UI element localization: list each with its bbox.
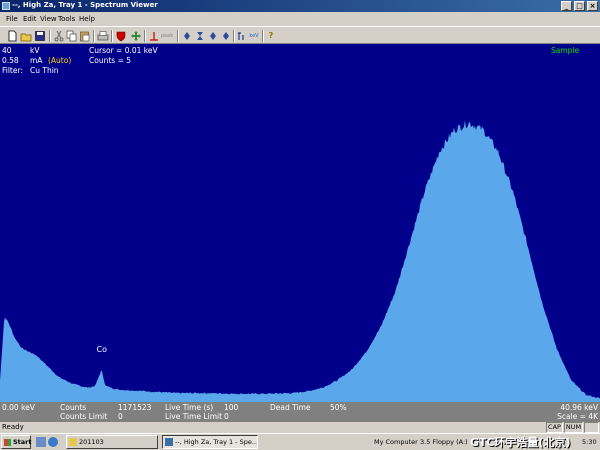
- tray-clock[interactable]: 5:30: [582, 438, 597, 446]
- menu-tools[interactable]: Tools: [58, 15, 75, 23]
- peak-label-icon[interactable]: peak: [160, 30, 174, 42]
- peak-id-icon[interactable]: [236, 30, 248, 42]
- menu-bar: File Edit View Tools Help: [0, 13, 600, 25]
- toolbar-separator: [144, 30, 146, 42]
- toolbar-separator: [177, 30, 179, 42]
- spectrum-stats-bar: 0.00 keV Counts 1171523 Counts Limit 0 L…: [0, 402, 600, 422]
- peak-marker-icon[interactable]: [148, 30, 160, 42]
- copy-icon[interactable]: [66, 30, 78, 42]
- caps-indicator: CAP: [546, 422, 563, 433]
- toolbar: peak keV ?: [0, 26, 600, 44]
- start-button[interactable]: Start: [1, 435, 32, 449]
- tray-my-computer[interactable]: My Computer: [374, 438, 418, 446]
- task-label: 201103: [79, 438, 104, 446]
- open-icon[interactable]: [20, 30, 32, 42]
- watermark: GTC环宇浩量(北京): [470, 436, 571, 449]
- hourglass-icon[interactable]: [194, 30, 206, 42]
- spectrum-area: [0, 120, 600, 402]
- peak-label-co: Co: [97, 345, 108, 354]
- counts-label: Counts: [60, 403, 87, 412]
- dead-time-value: 50%: [330, 403, 347, 412]
- dead-time-label: Dead Time: [270, 403, 311, 412]
- tray-floppy[interactable]: 3.5 Floppy (A:): [420, 438, 468, 446]
- shield-icon[interactable]: [115, 30, 127, 42]
- scale-label: Scale = 4K: [557, 412, 598, 421]
- print-icon[interactable]: [97, 30, 109, 42]
- filter-label: Filter:: [2, 66, 23, 75]
- app-icon: [165, 438, 173, 446]
- windows-logo-icon: [4, 439, 11, 446]
- save-icon[interactable]: [34, 30, 46, 42]
- x-axis-min: 0.00 keV: [2, 403, 35, 412]
- kev-label-icon[interactable]: keV: [248, 30, 260, 42]
- ma-unit: mA: [30, 56, 43, 65]
- close-button[interactable]: ×: [587, 1, 598, 11]
- live-time-label: Live Time (s): [165, 403, 214, 412]
- spectrum-plot[interactable]: Co 40 kV 0.58 mA (Auto) Filter: Cu Thin …: [0, 44, 600, 402]
- task-label: --, High Za, Tray 1 - Spe...: [175, 438, 258, 446]
- diamond-icon[interactable]: [220, 30, 232, 42]
- menu-file[interactable]: File: [6, 15, 18, 23]
- toolbar-separator: [111, 30, 113, 42]
- move-icon[interactable]: [130, 30, 142, 42]
- help-icon[interactable]: ?: [265, 30, 277, 42]
- folder-icon: [69, 438, 77, 446]
- app-icon[interactable]: [2, 2, 10, 10]
- ma-value: 0.58: [2, 56, 19, 65]
- counts-value: 1171523: [118, 403, 152, 412]
- diamond-next-icon[interactable]: [207, 30, 219, 42]
- toolbar-separator: [49, 30, 51, 42]
- num-indicator: NUM: [564, 422, 583, 433]
- cut-icon[interactable]: [53, 30, 65, 42]
- minimize-button[interactable]: _: [561, 1, 572, 11]
- menu-edit[interactable]: Edit: [23, 15, 37, 23]
- desktop-quicklaunch-icon[interactable]: [36, 437, 46, 447]
- status-bar: Ready CAP NUM: [0, 422, 600, 433]
- maximize-button[interactable]: □: [574, 1, 585, 11]
- counts-limit-label: Counts Limit: [60, 412, 108, 421]
- live-time-limit-label: Live Time Limit: [165, 412, 223, 421]
- spectrum-chart[interactable]: Co: [0, 44, 600, 402]
- spectrum-viewer-window: --, High Za, Tray 1 - Spectrum Viewer _ …: [0, 0, 600, 433]
- task-spectrum-viewer[interactable]: --, High Za, Tray 1 - Spe...: [162, 435, 258, 449]
- paste-icon[interactable]: [79, 30, 91, 42]
- toolbar-separator: [262, 30, 264, 42]
- cursor-readout: Cursor = 0.01 keV: [89, 46, 158, 55]
- title-bar[interactable]: --, High Za, Tray 1 - Spectrum Viewer _ …: [0, 0, 600, 12]
- new-icon[interactable]: [6, 30, 18, 42]
- x-axis-max: 40.96 keV: [560, 403, 598, 412]
- kv-value: 40: [2, 46, 12, 55]
- counts-limit-value: 0: [118, 412, 123, 421]
- menu-help[interactable]: Help: [79, 15, 95, 23]
- menu-view[interactable]: View: [40, 15, 57, 23]
- kv-unit: kV: [30, 46, 40, 55]
- window-title: --, High Za, Tray 1 - Spectrum Viewer: [12, 1, 158, 9]
- live-time-value: 100: [224, 403, 239, 412]
- status-text: Ready: [2, 423, 24, 431]
- sample-label: Sample: [551, 46, 580, 55]
- toolbar-separator: [93, 30, 95, 42]
- filter-value: Cu Thin: [30, 66, 59, 75]
- live-time-limit-value: 0: [224, 412, 229, 421]
- browser-quicklaunch-icon[interactable]: [48, 437, 58, 447]
- diamond-prev-icon[interactable]: [181, 30, 193, 42]
- toolbar-separator: [233, 30, 235, 42]
- counts-readout: Counts = 5: [89, 56, 132, 65]
- resize-grip[interactable]: [584, 422, 599, 433]
- task-folder-201103[interactable]: 201103: [66, 435, 158, 449]
- ma-mode: (Auto): [48, 56, 72, 65]
- start-label: Start: [13, 438, 32, 446]
